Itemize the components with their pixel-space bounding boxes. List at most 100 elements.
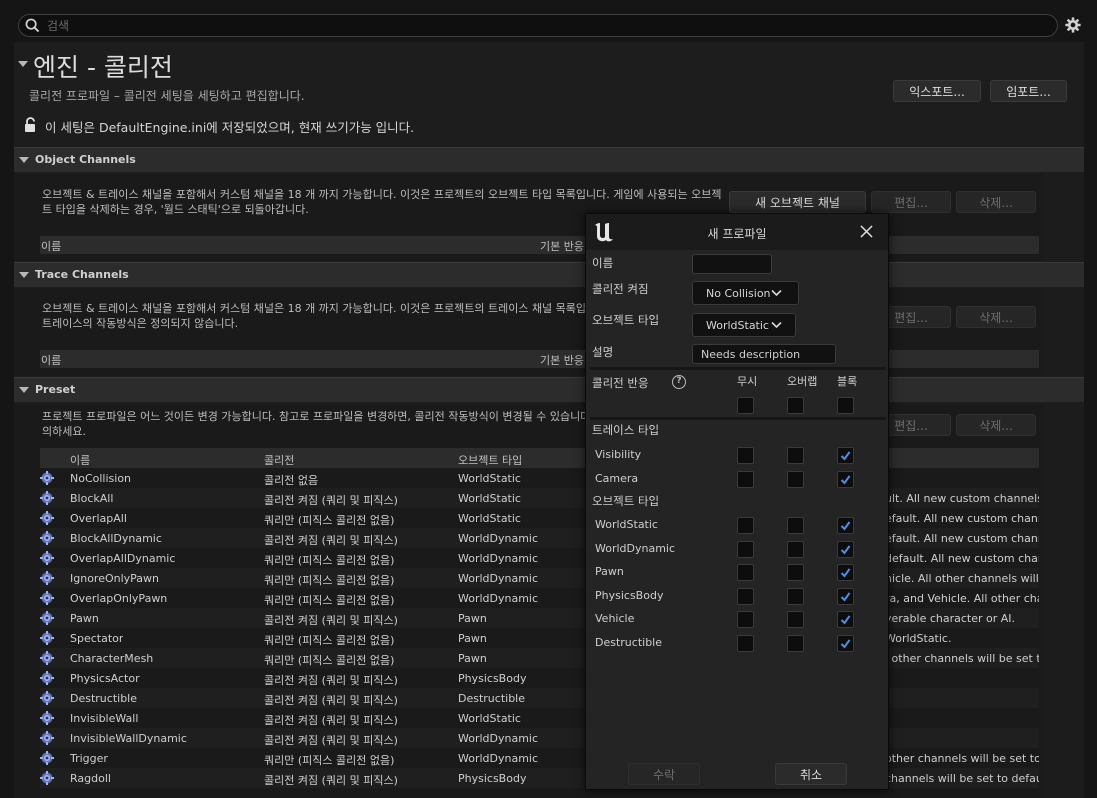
- description-input[interactable]: Needs description: [692, 344, 836, 364]
- block-checkbox[interactable]: [837, 447, 854, 464]
- profile-name: Spectator: [70, 632, 124, 645]
- section-title: Preset: [35, 383, 76, 396]
- block-checkbox[interactable]: [837, 634, 854, 652]
- close-icon[interactable]: [860, 225, 873, 238]
- search-input[interactable]: [47, 17, 1027, 35]
- collision-profile-icon: [40, 631, 54, 645]
- ignore-checkbox[interactable]: [737, 587, 754, 605]
- cancel-button[interactable]: 취소: [775, 763, 847, 785]
- column-name: 이름: [41, 240, 62, 253]
- collision-profile-icon: [40, 751, 54, 765]
- profile-name: InvisibleWall: [70, 712, 139, 725]
- profile-description: default. All new custom chan: [885, 552, 1039, 565]
- overlap-checkbox[interactable]: [787, 564, 804, 581]
- object-type-combo[interactable]: WorldStatic: [692, 313, 796, 337]
- profile-name: CharacterMesh: [70, 652, 154, 665]
- preset-header[interactable]: Preset: [14, 377, 1084, 402]
- block-checkbox[interactable]: [837, 470, 854, 488]
- all-block-checkbox[interactable]: [837, 397, 854, 414]
- search-bar[interactable]: [18, 14, 1058, 37]
- channel-name: PhysicsBody: [595, 588, 664, 602]
- trace-channels-header[interactable]: Trace Channels: [14, 262, 1084, 287]
- scroll-gutter: [1044, 173, 1084, 261]
- channel-name: Pawn: [595, 565, 624, 578]
- column-collision: 콜리전: [264, 454, 295, 467]
- profile-name: InvisibleWallDynamic: [70, 732, 187, 745]
- overlap-checkbox[interactable]: [787, 540, 804, 558]
- object-channels-header[interactable]: Object Channels: [14, 147, 1084, 172]
- delete-button[interactable]: 삭제...: [956, 191, 1036, 213]
- new-profile-dialog: 새 프로파일 이름 콜리전 켜짐 No Collision 오브젝트 타입 Wo…: [585, 213, 889, 790]
- new-object-channel-button[interactable]: 새 오브젝트 채널: [729, 191, 866, 213]
- profile-name: BlockAll: [70, 492, 114, 505]
- overlap-checkbox[interactable]: [787, 587, 804, 605]
- ignore-checkbox[interactable]: [737, 447, 754, 464]
- profile-object-type: WorldDynamic: [458, 572, 539, 585]
- ignore-checkbox[interactable]: [737, 564, 754, 581]
- import-button[interactable]: 임포트...: [990, 80, 1067, 102]
- block-checkbox[interactable]: [837, 564, 854, 581]
- table-row[interactable]: Spectator 쿼리만 (피직스 콜리전 없음) Pawn WorldStati…: [40, 628, 1039, 648]
- profile-object-type: WorldDynamic: [458, 592, 539, 605]
- unlock-icon: [25, 117, 35, 132]
- overlap-checkbox[interactable]: [787, 470, 804, 488]
- column-name: 이름: [41, 354, 62, 367]
- column-block: 블록: [837, 375, 858, 388]
- profile-collision: 콜리전 켜짐 (쿼리 및 피직스): [264, 614, 398, 627]
- profile-object-type: Destructible: [458, 692, 525, 705]
- ignore-checkbox[interactable]: [737, 611, 754, 628]
- ignore-checkbox[interactable]: [737, 517, 754, 534]
- table-row[interactable]: PhysicsActor 콜리전 켜짐 (쿼리 및 피직스) PhysicsBody: [40, 668, 1039, 688]
- collision-enabled-combo[interactable]: No Collision: [692, 281, 799, 305]
- profile-object-type: WorldDynamic: [458, 732, 539, 745]
- block-checkbox[interactable]: [837, 611, 854, 628]
- help-icon[interactable]: ?: [672, 375, 686, 389]
- gear-icon[interactable]: [1064, 16, 1082, 34]
- table-row[interactable]: OverlapAll 쿼리만 (피직스 콜리전 없음) WorldStatic efa…: [40, 508, 1039, 528]
- export-button[interactable]: 익스포트...: [893, 80, 981, 102]
- block-checkbox[interactable]: [837, 587, 854, 605]
- profile-description: ra, and Vehicle. All other chan: [885, 592, 1039, 605]
- ignore-checkbox[interactable]: [737, 540, 754, 558]
- block-checkbox[interactable]: [837, 517, 854, 534]
- table-row[interactable]: OverlapAllDynamic 쿼리만 (피직스 콜리전 없음) WorldDy…: [40, 548, 1039, 568]
- description-label: 설명: [592, 345, 614, 359]
- profile-collision: 콜리전 켜짐 (쿼리 및 피직스): [264, 494, 398, 507]
- table-row[interactable]: Destructible 콜리전 켜짐 (쿼리 및 피직스) Destructibl…: [40, 688, 1039, 708]
- table-row[interactable]: BlockAllDynamic 콜리전 켜짐 (쿼리 및 피직스) WorldDyn…: [40, 528, 1039, 548]
- profile-name: NoCollision: [70, 472, 132, 485]
- all-overlap-checkbox[interactable]: [787, 397, 804, 414]
- profile-collision: 쿼리만 (피직스 콜리전 없음): [264, 654, 395, 667]
- table-row[interactable]: Ragdoll 콜리전 켜짐 (쿼리 및 피직스) PhysicsBody chan…: [40, 768, 1039, 788]
- preset-table: 이름 콜리전 오브젝트 타입 NoCollision 콜리전 없음 WorldSta…: [40, 448, 1039, 788]
- delete-button[interactable]: 삭제...: [956, 414, 1036, 436]
- profile-description: yerable character or AI.: [885, 612, 1016, 625]
- ignore-checkbox[interactable]: [737, 470, 754, 488]
- profile-collision: 콜리전 켜짐 (쿼리 및 피직스): [264, 714, 398, 727]
- edit-button[interactable]: 편집...: [871, 191, 951, 213]
- table-row[interactable]: Pawn 콜리전 켜짐 (쿼리 및 피직스) Pawn yerable charact…: [40, 608, 1039, 628]
- table-row[interactable]: IgnoreOnlyPawn 쿼리만 (피직스 콜리전 없음) WorldDynam…: [40, 568, 1039, 588]
- overlap-checkbox[interactable]: [787, 517, 804, 534]
- overlap-checkbox[interactable]: [787, 611, 804, 628]
- profile-collision: 쿼리만 (피직스 콜리전 없음): [264, 554, 395, 567]
- collapse-arrow-icon[interactable]: [18, 61, 28, 67]
- check-icon: [840, 544, 851, 555]
- table-row[interactable]: InvisibleWallDynamic 콜리전 켜짐 (쿼리 및 피직스) Wor…: [40, 728, 1039, 748]
- all-ignore-checkbox[interactable]: [737, 397, 754, 414]
- table-row[interactable]: CharacterMesh 쿼리만 (피직스 콜리전 없음) Pawn l other…: [40, 648, 1039, 668]
- table-row[interactable]: NoCollision 콜리전 없음 WorldStatic: [40, 468, 1039, 488]
- profile-object-type: WorldStatic: [458, 472, 521, 485]
- name-input[interactable]: [692, 254, 772, 274]
- accept-button[interactable]: 수락: [628, 763, 700, 785]
- overlap-checkbox[interactable]: [787, 634, 804, 652]
- overlap-checkbox[interactable]: [787, 447, 804, 464]
- delete-button[interactable]: 삭제...: [956, 306, 1036, 328]
- ignore-checkbox[interactable]: [737, 634, 754, 652]
- profile-collision: 콜리전 켜짐 (쿼리 및 피직스): [264, 694, 398, 707]
- block-checkbox[interactable]: [837, 540, 854, 558]
- table-row[interactable]: OverlapOnlyPawn 쿼리만 (피직스 콜리전 없음) WorldDyna…: [40, 588, 1039, 608]
- table-row[interactable]: InvisibleWall 콜리전 켜짐 (쿼리 및 피직스) WorldStati…: [40, 708, 1039, 728]
- table-row[interactable]: BlockAll 콜리전 켜짐 (쿼리 및 피직스) WorldStatic ult.…: [40, 488, 1039, 508]
- table-row[interactable]: Trigger 쿼리만 (피직스 콜리전 없음) WorldDynamic othe…: [40, 748, 1039, 768]
